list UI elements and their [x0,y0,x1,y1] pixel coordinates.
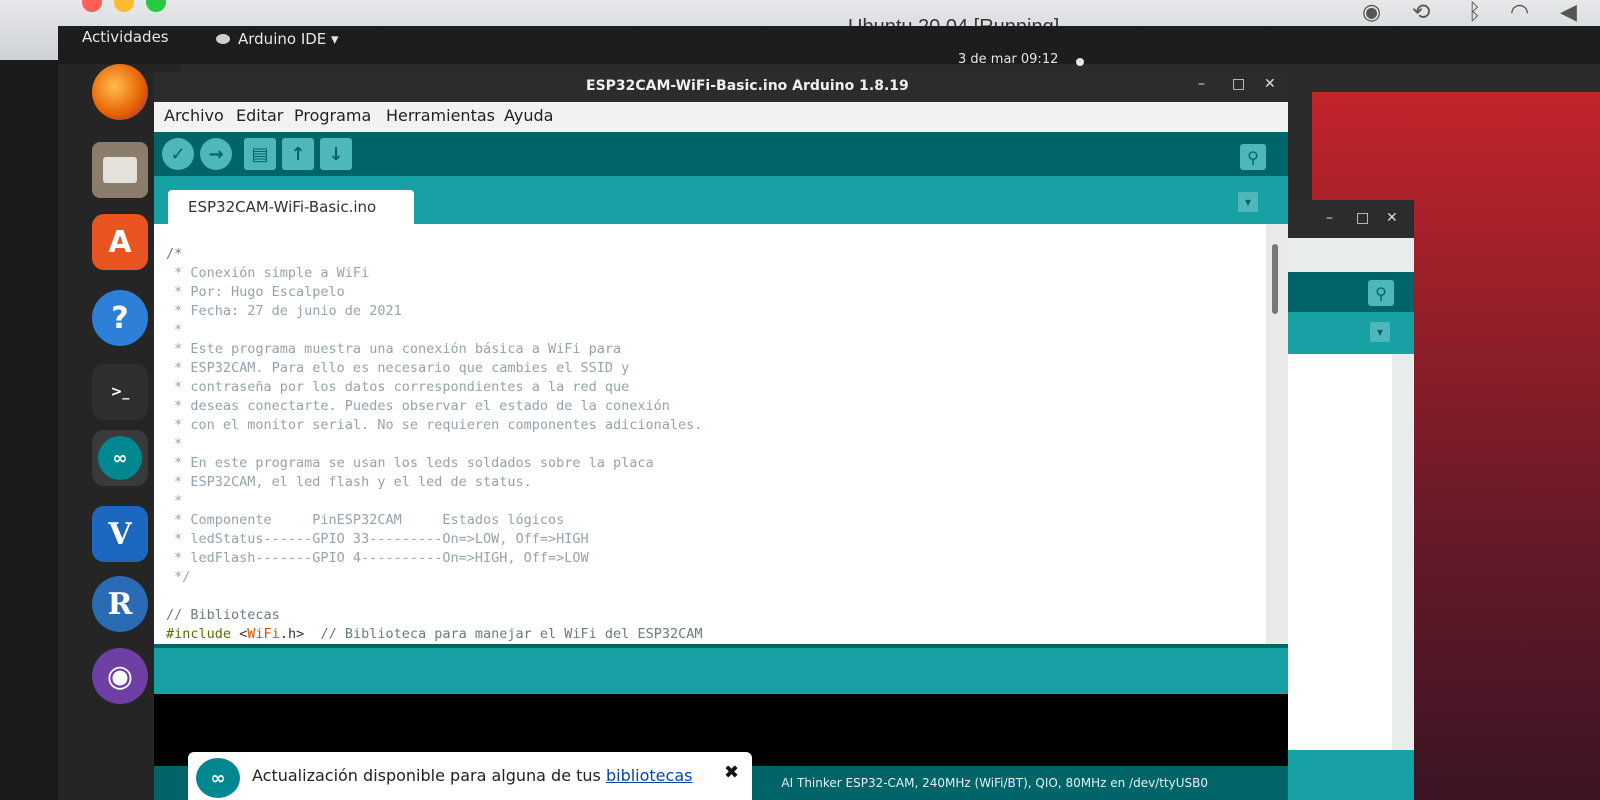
second-window-tabbar: ▾ [1270,312,1414,354]
code-line: * ledFlash-------GPIO 4----------On=>HIG… [166,550,589,566]
app-menu[interactable]: Arduino IDE ▾ [216,30,339,48]
new-sketch-button[interactable]: ▤ [244,138,276,170]
volume-icon[interactable]: ◀ [1560,0,1577,25]
tab-menu-icon[interactable]: ▾ [1238,192,1258,212]
r-language-icon[interactable]: R [92,576,148,632]
minimize-button[interactable]: – [1198,76,1205,92]
notification-text: Actualización disponible para alguna de … [252,766,606,785]
app-menu-label: Arduino IDE ▾ [238,30,339,48]
activities-button[interactable]: Actividades [82,28,169,46]
window-titlebar: ESP32CAM-WiFi-Basic.ino Arduino 1.8.19 –… [154,72,1288,102]
vnc-viewer-icon[interactable]: V [92,506,148,562]
include-directive: #include [166,626,232,642]
terminal-icon[interactable]: >_ [92,364,148,420]
code-line: * deseas conectarte. Puedes observar el … [166,398,670,414]
github-desktop-icon[interactable]: ◉ [92,648,148,704]
code-line: // Bibliotecas [166,607,280,623]
include-close: .h> [279,626,305,642]
arduino-logo-icon: ∞ [196,758,240,798]
code-line: * con el monitor serial. No se requieren… [166,417,703,433]
menu-archivo[interactable]: Archivo [164,106,224,125]
zoom-window-dot[interactable] [146,0,166,12]
time-machine-icon[interactable]: ⟲ [1412,0,1430,25]
second-window-status [1270,750,1414,800]
include-open: < [231,626,248,642]
code-line: * En este programa se usan los leds sold… [166,455,654,471]
code-line: * ESP32CAM, el led flash y el led de sta… [166,474,532,490]
code-block: /* * Conexión simple a WiFi * Por: Hugo … [166,226,702,644]
second-window-editor[interactable] [1270,354,1392,750]
help-icon[interactable]: ? [92,290,148,346]
menu-ayuda[interactable]: Ayuda [504,106,553,125]
notification-message: Actualización disponible para alguna de … [252,766,692,785]
menu-programa[interactable]: Programa [294,106,371,125]
include-comment: // Biblioteca para manejar el WiFi del E… [304,626,703,642]
code-line: * Por: Hugo Escalpelo [166,284,345,300]
second-serial-monitor-icon[interactable]: ⚲ [1368,280,1394,306]
include-line: #include <WiFi.h> // Biblioteca para man… [166,626,702,642]
code-line: * contraseña por los datos correspondien… [166,379,630,395]
code-line: * [166,493,183,509]
second-tab-menu-icon[interactable]: ▾ [1370,322,1390,342]
wifi-icon[interactable]: ◠ [1510,0,1529,25]
tab-bar: ESP32CAM-WiFi-Basic.ino ▾ [154,176,1288,224]
second-window-toolbar: ⚲ [1270,272,1414,312]
menu-editar[interactable]: Editar [236,106,283,125]
minimize-window-dot[interactable] [114,0,134,12]
code-line: * Componente PinESP32CAM Estados lógicos [166,512,565,528]
files-icon[interactable] [92,142,148,198]
serial-monitor-icon[interactable]: ⚲ [1240,144,1266,170]
menu-bar: Archivo Editar Programa Herramientas Ayu… [154,102,1288,132]
notification-dot-icon [1076,58,1084,66]
second-window-maximize[interactable]: □ [1356,210,1369,226]
software-center-icon[interactable]: A [92,214,148,270]
code-line: * Conexión simple a WiFi [166,265,370,281]
second-arduino-window[interactable]: – □ ✕ ⚲ ▾ [1270,200,1414,800]
gnome-top-bar: Actividades Arduino IDE ▾ 3 de mar 09:12 [58,26,1600,67]
code-line: * [166,322,183,338]
window-title: ESP32CAM-WiFi-Basic.ino Arduino 1.8.19 [586,78,909,94]
code-line: */ [166,569,191,585]
status-area [154,644,1288,694]
scrollbar-thumb[interactable] [1272,244,1278,314]
code-line: * ledStatus------GPIO 33---------On=>LOW… [166,531,589,547]
arduino-app-icon [216,34,230,44]
code-line: * Este programa muestra una conexión bás… [166,341,622,357]
notification-close-icon[interactable]: ✖ [724,762,739,783]
close-window-dot[interactable] [82,0,102,12]
tab-sketch[interactable]: ESP32CAM-WiFi-Basic.ino [168,190,414,224]
close-button[interactable]: ✕ [1264,76,1276,92]
open-sketch-button[interactable]: ↑ [282,138,314,170]
second-window-titlebar: – □ ✕ [1270,200,1414,238]
code-line: /* [166,246,183,262]
verify-button[interactable]: ✓ [162,138,194,170]
maximize-button[interactable]: □ [1232,76,1245,92]
second-window-close[interactable]: ✕ [1386,210,1398,226]
clock[interactable]: 3 de mar 09:12 [958,52,1058,67]
code-line: * Fecha: 27 de junio de 2021 [166,303,402,319]
library-update-notification: ∞ Actualización disponible para alguna d… [188,752,752,800]
menu-herramientas[interactable]: Herramientas [386,106,495,125]
network-icon[interactable]: ◉ [1362,0,1381,25]
firefox-icon[interactable] [92,64,148,120]
board-info: AI Thinker ESP32-CAM, 240MHz (WiFi/BT), … [781,776,1208,790]
code-line: * ESP32CAM. Para ello es necesario que c… [166,360,630,376]
bluetooth-icon[interactable]: ᛒ [1468,0,1481,25]
save-sketch-button[interactable]: ↓ [320,138,352,170]
arduino-ide-icon[interactable]: ∞ [92,430,148,486]
include-library: WiFi [247,626,280,642]
libraries-link[interactable]: bibliotecas [606,766,693,785]
arduino-main-window: ESP32CAM-WiFi-Basic.ino Arduino 1.8.19 –… [154,72,1288,800]
editor-scrollbar[interactable] [1266,224,1288,644]
upload-button[interactable]: → [200,138,232,170]
toolbar: ✓ → ▤ ↑ ↓ ⚲ [154,132,1288,176]
second-window-minimize[interactable]: – [1326,210,1333,226]
code-editor[interactable]: /* * Conexión simple a WiFi * Por: Hugo … [154,224,1266,644]
code-line: * [166,436,183,452]
